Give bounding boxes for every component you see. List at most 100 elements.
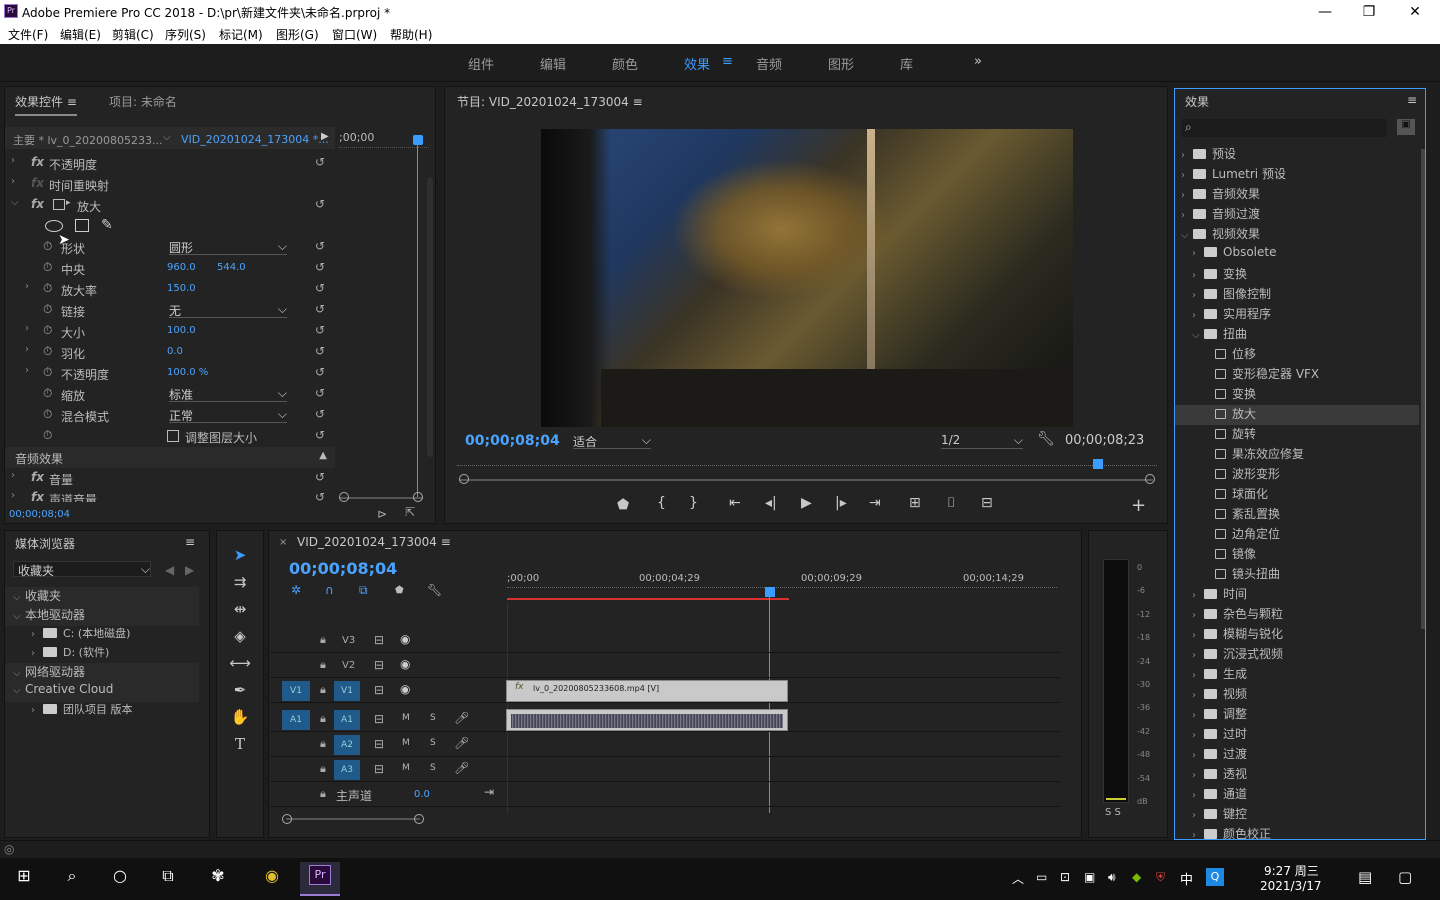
mute-button[interactable]: M (402, 763, 410, 773)
expand-icon[interactable]: › (31, 629, 43, 640)
media-browser-menu-icon[interactable]: ≡ (185, 535, 195, 549)
stopwatch-icon[interactable]: ⏱ (43, 428, 52, 443)
stopwatch-icon[interactable]: ⏱ (43, 302, 52, 317)
effects-tree-item[interactable]: ⌵ 视频效果 (1175, 225, 1419, 245)
sequence-tab[interactable]: VID_20201024_173004 ≡ (297, 535, 451, 549)
track-lock-icon[interactable]: 🔒︎ (320, 712, 326, 726)
scaling-dropdown[interactable]: 标准 ⌵ (169, 386, 287, 402)
timeline-zoom-bar[interactable] (286, 818, 420, 820)
expand-icon[interactable]: › (1192, 790, 1204, 801)
tray-nvidia-icon[interactable]: ◆ (1132, 870, 1141, 884)
expand-icon[interactable]: › (1192, 830, 1204, 839)
close-sequence-icon[interactable]: × (279, 537, 287, 548)
add-marker-icon[interactable]: ⬟ (395, 585, 404, 596)
effects-scrollbar[interactable] (1421, 149, 1425, 629)
expand-icon[interactable]: › (1192, 270, 1204, 281)
program-playhead-handle[interactable] (1093, 459, 1103, 469)
workspace-menu-icon[interactable]: ≡ (722, 54, 733, 69)
transform-box-icon[interactable] (53, 199, 65, 210)
step-forward-icon[interactable]: |▸ (835, 495, 847, 511)
media-tree-item[interactable]: ⌵ 本地驱动器 (5, 606, 199, 626)
effects-tree-item[interactable]: › 视频 (1175, 685, 1419, 705)
collapse-icon[interactable]: ⌵ (11, 197, 19, 208)
workspace-color[interactable]: 颜色 (612, 54, 638, 73)
expand-icon[interactable]: › (31, 648, 43, 659)
fx-icon[interactable]: fx (31, 490, 44, 502)
media-tree-item[interactable]: › C: (本地磁盘) (5, 625, 199, 645)
effects-tree-item[interactable]: › 过时 (1175, 725, 1419, 745)
effects-menu-icon[interactable]: ≡ (1407, 93, 1417, 107)
expand-icon[interactable]: › (1181, 210, 1193, 221)
sequence-clip-label[interactable]: VID_20201024_173004 *... (181, 133, 329, 146)
blend-mode-dropdown[interactable]: 正常 ⌵ (169, 407, 287, 423)
expand-icon[interactable]: ⌵ (13, 611, 25, 622)
ec-playhead-handle[interactable] (413, 135, 423, 145)
maximize-button[interactable]: ❐ (1354, 2, 1384, 22)
tray-qq-icon[interactable]: Q (1206, 868, 1224, 886)
solo-button[interactable]: S (430, 763, 436, 773)
sync-lock-icon[interactable]: ⊟ (374, 633, 384, 647)
time-remap-row[interactable]: › fx 时间重映射 (5, 174, 335, 195)
expand-icon[interactable]: › (1181, 150, 1193, 161)
track-select-tool-icon[interactable]: ⇉ (226, 573, 254, 597)
stopwatch-icon[interactable]: ⏱ (43, 281, 52, 296)
effects-tree-item[interactable]: › 颜色校正 (1175, 825, 1419, 839)
reset-icon[interactable]: ↺ (315, 365, 325, 379)
solo-button[interactable]: S (430, 738, 436, 748)
tray-network-icon[interactable]: ⊡ (1060, 870, 1070, 884)
reset-icon[interactable]: ↺ (315, 197, 325, 211)
ec-zoom-handle-left[interactable] (339, 492, 349, 502)
mark-out-icon[interactable]: } (689, 495, 698, 511)
razor-tool-icon[interactable]: ◈ (226, 627, 254, 651)
track-lock-icon[interactable]: 🔒︎ (320, 658, 326, 672)
expand-icon[interactable]: › (1192, 690, 1204, 701)
stopwatch-icon[interactable]: ⏱ (43, 260, 52, 275)
program-menu-icon[interactable]: ≡ (633, 95, 643, 109)
program-zoom-left[interactable] (459, 474, 469, 484)
workspace-audio[interactable]: 音频 (756, 54, 782, 73)
reset-icon[interactable]: ↺ (315, 344, 325, 358)
wrench-icon[interactable]: 🔧︎ (1037, 431, 1055, 447)
center-y-value[interactable]: 544.0 (217, 262, 246, 273)
master-volume-value[interactable]: 0.0 (414, 789, 430, 800)
media-browser-tab[interactable]: 媒体浏览器 (15, 535, 75, 552)
pinwheel-app-icon[interactable]: ✾ (198, 866, 238, 885)
rectangle-mask-icon[interactable] (75, 219, 89, 232)
feather-value[interactable]: 0.0 (167, 346, 183, 357)
mic-icon[interactable]: 🎤︎ (454, 761, 469, 775)
workspace-graphics[interactable]: 图形 (828, 54, 854, 73)
expand-icon[interactable]: › (1192, 650, 1204, 661)
expand-icon[interactable]: › (1181, 170, 1193, 181)
effects-tree-item[interactable]: 变换 (1175, 385, 1419, 405)
expand-icon[interactable]: › (1192, 710, 1204, 721)
reset-icon[interactable]: ↺ (315, 386, 325, 400)
effects-tree-item[interactable]: 变形稳定器 VFX (1175, 365, 1419, 385)
filter-audio-icon[interactable]: ⊳ (377, 507, 387, 521)
nest-icon[interactable]: ✲ (291, 583, 301, 597)
sync-lock-icon[interactable]: ⊟ (374, 658, 384, 672)
audio-clip[interactable] (506, 709, 788, 731)
effects-tree-item[interactable]: › 实用程序 (1175, 305, 1419, 325)
track-label[interactable]: A1 (334, 710, 360, 730)
resolution-dropdown[interactable]: 1/2 ⌵ (941, 433, 1023, 449)
effects-tree-item[interactable]: › 过渡 (1175, 745, 1419, 765)
mute-button[interactable]: M (402, 713, 410, 723)
timeline-zoom-right[interactable] (414, 814, 424, 824)
clock-time[interactable]: 9:27 周三 (1264, 862, 1319, 879)
opacity-effect-row[interactable]: › fx 不透明度 ↺ (5, 153, 335, 174)
expand-icon[interactable]: › (1192, 770, 1204, 781)
reset-icon[interactable]: ↺ (315, 260, 325, 274)
collapse-up-icon[interactable]: ▲ (319, 450, 327, 461)
track-lock-icon[interactable]: 🔒︎ (320, 683, 326, 697)
expand-icon[interactable]: › (1192, 248, 1204, 259)
expand-icon[interactable]: ⌵ (13, 668, 25, 679)
media-tree-item[interactable]: ⌵ 网络驱动器 (5, 663, 199, 683)
meter-solo-buttons[interactable]: S S (1105, 807, 1121, 818)
program-zoom-right[interactable] (1145, 474, 1155, 484)
workspace-assembly[interactable]: 组件 (468, 54, 494, 73)
reset-icon[interactable]: ↺ (315, 302, 325, 316)
premiere-taskbar-button[interactable]: Pr (300, 862, 340, 896)
effects-tree-item[interactable]: › 时间 (1175, 585, 1419, 605)
effects-search-input[interactable]: ⌕ (1181, 119, 1387, 137)
play-only-icon[interactable]: ▶ (321, 131, 329, 142)
